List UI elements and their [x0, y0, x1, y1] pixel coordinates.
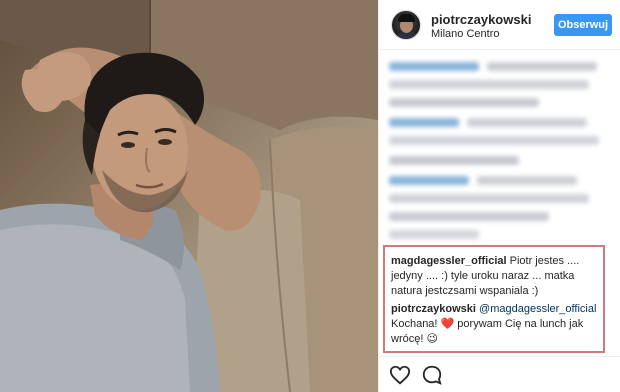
follow-button[interactable]: Obserwuj — [554, 14, 612, 36]
comment-text: Kochana! ❤️ porywam Cię na lunch jak wró… — [391, 318, 584, 345]
comment-icon[interactable] — [421, 364, 443, 386]
comment-item: magdagessler_official Piotr jestes .... … — [391, 254, 599, 299]
author-username[interactable]: piotrczaykowski — [431, 12, 531, 27]
portrait-photo-illustration — [0, 0, 378, 392]
comment-username[interactable]: piotrczaykowski — [391, 303, 476, 315]
highlighted-comments: magdagessler_official Piotr jestes .... … — [383, 245, 605, 353]
avatar[interactable] — [391, 10, 421, 40]
comment-item: piotrczaykowski @magdagessler_official K… — [391, 302, 599, 347]
blurred-comments — [389, 58, 613, 240]
comment-username[interactable]: magdagessler_official — [391, 255, 507, 267]
post-photo — [0, 0, 378, 392]
post-location[interactable]: Milano Centro — [431, 28, 499, 40]
avatar-body — [394, 32, 420, 39]
post-side-panel: piotrczaykowski Milano Centro Obserwuj m… — [378, 0, 620, 392]
avatar-hair — [398, 14, 415, 22]
post-actions — [379, 356, 620, 392]
heart-icon[interactable] — [389, 364, 411, 386]
comment-mention[interactable]: @magdagessler_official — [479, 303, 596, 315]
post-header: piotrczaykowski Milano Centro Obserwuj — [379, 0, 620, 50]
